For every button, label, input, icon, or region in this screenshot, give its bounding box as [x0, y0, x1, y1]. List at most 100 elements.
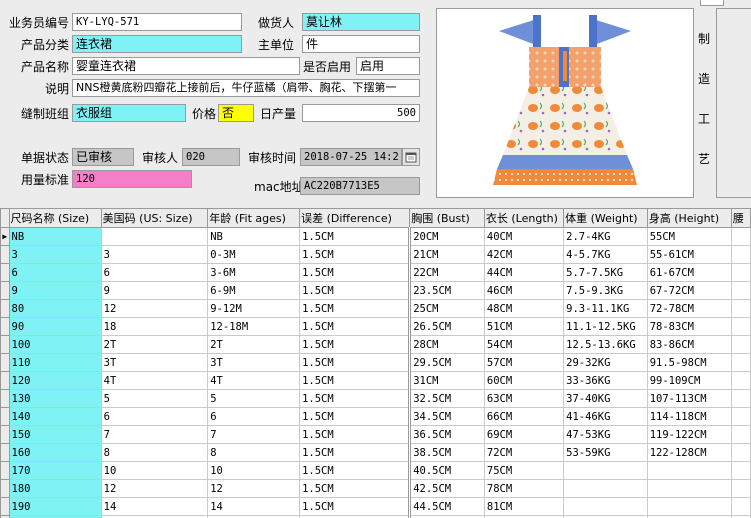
- price-field[interactable]: 否: [218, 104, 254, 122]
- row-indicator[interactable]: [0, 407, 10, 426]
- cell-weight[interactable]: 9.3-11.1KG: [563, 299, 648, 318]
- col-header-us-size[interactable]: 美国码 (US: Size): [100, 208, 209, 228]
- cell-fit-ages[interactable]: 0-3M: [207, 245, 301, 264]
- cell-bust[interactable]: 23.5CM: [408, 281, 485, 300]
- cell-size[interactable]: 3: [8, 245, 102, 264]
- cell-height[interactable]: 91.5-98CM: [646, 353, 732, 372]
- cell-length[interactable]: 51CM: [483, 317, 565, 336]
- cell-bust[interactable]: 26.5CM: [408, 317, 485, 336]
- cell-length[interactable]: 48CM: [483, 299, 565, 318]
- cell-fit-ages[interactable]: 10: [207, 461, 301, 480]
- table-row[interactable]: 150 7 7 1.5CM 36.5CM 69CM 47-53KG 119-122CM: [0, 425, 751, 444]
- cell-bust[interactable]: 22CM: [408, 263, 485, 282]
- cell-waist[interactable]: [730, 335, 751, 354]
- cell-waist[interactable]: [730, 245, 751, 264]
- cell-height[interactable]: 99-109CM: [646, 371, 732, 390]
- cell-difference[interactable]: 1.5CM: [299, 407, 411, 426]
- cell-weight[interactable]: 12.5-13.6KG: [563, 335, 648, 354]
- cell-size[interactable]: 160: [8, 443, 102, 462]
- row-indicator[interactable]: [0, 299, 10, 318]
- cell-waist[interactable]: [730, 371, 751, 390]
- cell-fit-ages[interactable]: 12-18M: [207, 317, 301, 336]
- table-row[interactable]: ▶ NB NB 1.5CM 20CM 40CM 2.7-4KG 55CM: [0, 227, 751, 246]
- cell-us-size[interactable]: 5: [100, 389, 209, 408]
- category-field[interactable]: 连衣裙: [72, 35, 242, 53]
- table-row[interactable]: 140 6 6 1.5CM 34.5CM 66CM 41-46KG 114-118CM: [0, 407, 751, 426]
- cell-us-size[interactable]: 8: [100, 443, 209, 462]
- cell-waist[interactable]: [730, 443, 751, 462]
- cell-fit-ages[interactable]: 6-9M: [207, 281, 301, 300]
- cell-weight[interactable]: 5.7-7.5KG: [563, 263, 648, 282]
- cell-bust[interactable]: 32.5CM: [408, 389, 485, 408]
- cell-bust[interactable]: 38.5CM: [408, 443, 485, 462]
- cell-height[interactable]: 67-72CM: [646, 281, 732, 300]
- cell-bust[interactable]: 28CM: [408, 335, 485, 354]
- cell-us-size[interactable]: 2T: [100, 335, 209, 354]
- cell-size[interactable]: 9: [8, 281, 102, 300]
- cell-us-size[interactable]: 12: [100, 299, 209, 318]
- cell-weight[interactable]: [563, 461, 648, 480]
- table-row[interactable]: 3 3 0-3M 1.5CM 21CM 42CM 4-5.7KG 55-61CM: [0, 245, 751, 264]
- cell-length[interactable]: 66CM: [483, 407, 565, 426]
- cell-us-size[interactable]: 10: [100, 461, 209, 480]
- table-row[interactable]: 180 12 12 1.5CM 42.5CM 78CM: [0, 479, 751, 498]
- cell-difference[interactable]: 1.5CM: [299, 497, 411, 516]
- cell-weight[interactable]: [563, 479, 648, 498]
- cell-difference[interactable]: 1.5CM: [299, 353, 411, 372]
- col-header-difference[interactable]: 误差 (Difference): [299, 208, 411, 228]
- cell-length[interactable]: 40CM: [483, 227, 565, 246]
- cell-height[interactable]: 61-67CM: [646, 263, 732, 282]
- cell-fit-ages[interactable]: 2T: [207, 335, 301, 354]
- cell-length[interactable]: 42CM: [483, 245, 565, 264]
- table-row[interactable]: 110 3T 3T 1.5CM 29.5CM 57CM 29-32KG 91.5-98CM: [0, 353, 751, 372]
- top-field[interactable]: [700, 0, 724, 6]
- table-row[interactable]: 6 6 3-6M 1.5CM 22CM 44CM 5.7-7.5KG 61-67CM: [0, 263, 751, 282]
- cell-fit-ages[interactable]: 12: [207, 479, 301, 498]
- row-indicator[interactable]: [0, 317, 10, 336]
- cell-fit-ages[interactable]: 3-6M: [207, 263, 301, 282]
- cell-weight[interactable]: 41-46KG: [563, 407, 648, 426]
- cell-us-size[interactable]: 18: [100, 317, 209, 336]
- cell-weight[interactable]: 33-36KG: [563, 371, 648, 390]
- cell-fit-ages[interactable]: 14: [207, 497, 301, 516]
- cell-size[interactable]: 130: [8, 389, 102, 408]
- cell-size[interactable]: 190: [8, 497, 102, 516]
- cell-size[interactable]: 80: [8, 299, 102, 318]
- col-header-size[interactable]: 尺码名称 (Size): [8, 208, 102, 228]
- cell-waist[interactable]: [730, 407, 751, 426]
- cell-weight[interactable]: 47-53KG: [563, 425, 648, 444]
- cell-waist[interactable]: [730, 299, 751, 318]
- cell-fit-ages[interactable]: 9-12M: [207, 299, 301, 318]
- table-row[interactable]: 120 4T 4T 1.5CM 31CM 60CM 33-36KG 99-109CM: [0, 371, 751, 390]
- cell-fit-ages[interactable]: 7: [207, 425, 301, 444]
- cell-size[interactable]: 140: [8, 407, 102, 426]
- cell-length[interactable]: 57CM: [483, 353, 565, 372]
- cell-height[interactable]: 78-83CM: [646, 317, 732, 336]
- cell-waist[interactable]: [730, 389, 751, 408]
- cell-difference[interactable]: 1.5CM: [299, 281, 411, 300]
- unit-field[interactable]: 件: [302, 35, 420, 53]
- cell-bust[interactable]: 20CM: [408, 227, 485, 246]
- cell-bust[interactable]: 31CM: [408, 371, 485, 390]
- cell-height[interactable]: [646, 479, 732, 498]
- row-indicator[interactable]: [0, 281, 10, 300]
- team-field[interactable]: 衣服组: [72, 104, 186, 122]
- cell-size[interactable]: 6: [8, 263, 102, 282]
- cell-bust[interactable]: 36.5CM: [408, 425, 485, 444]
- cell-height[interactable]: 55-61CM: [646, 245, 732, 264]
- cell-difference[interactable]: 1.5CM: [299, 317, 411, 336]
- cell-height[interactable]: [646, 461, 732, 480]
- cell-weight[interactable]: 37-40KG: [563, 389, 648, 408]
- cell-height[interactable]: 122-128CM: [646, 443, 732, 462]
- cell-waist[interactable]: [730, 479, 751, 498]
- cell-fit-ages[interactable]: 5: [207, 389, 301, 408]
- cell-us-size[interactable]: [100, 227, 209, 246]
- cell-height[interactable]: 55CM: [646, 227, 732, 246]
- table-row[interactable]: 170 10 10 1.5CM 40.5CM 75CM: [0, 461, 751, 480]
- row-indicator[interactable]: [0, 425, 10, 444]
- col-header-weight[interactable]: 体重 (Weight): [563, 208, 648, 228]
- review-time-field[interactable]: 2018-07-25 14:2: [300, 148, 402, 166]
- calendar-icon[interactable]: [402, 148, 420, 166]
- size-grid[interactable]: 尺码名称 (Size) 美国码 (US: Size) 年龄 (Fit ages)…: [0, 208, 751, 518]
- cell-length[interactable]: 78CM: [483, 479, 565, 498]
